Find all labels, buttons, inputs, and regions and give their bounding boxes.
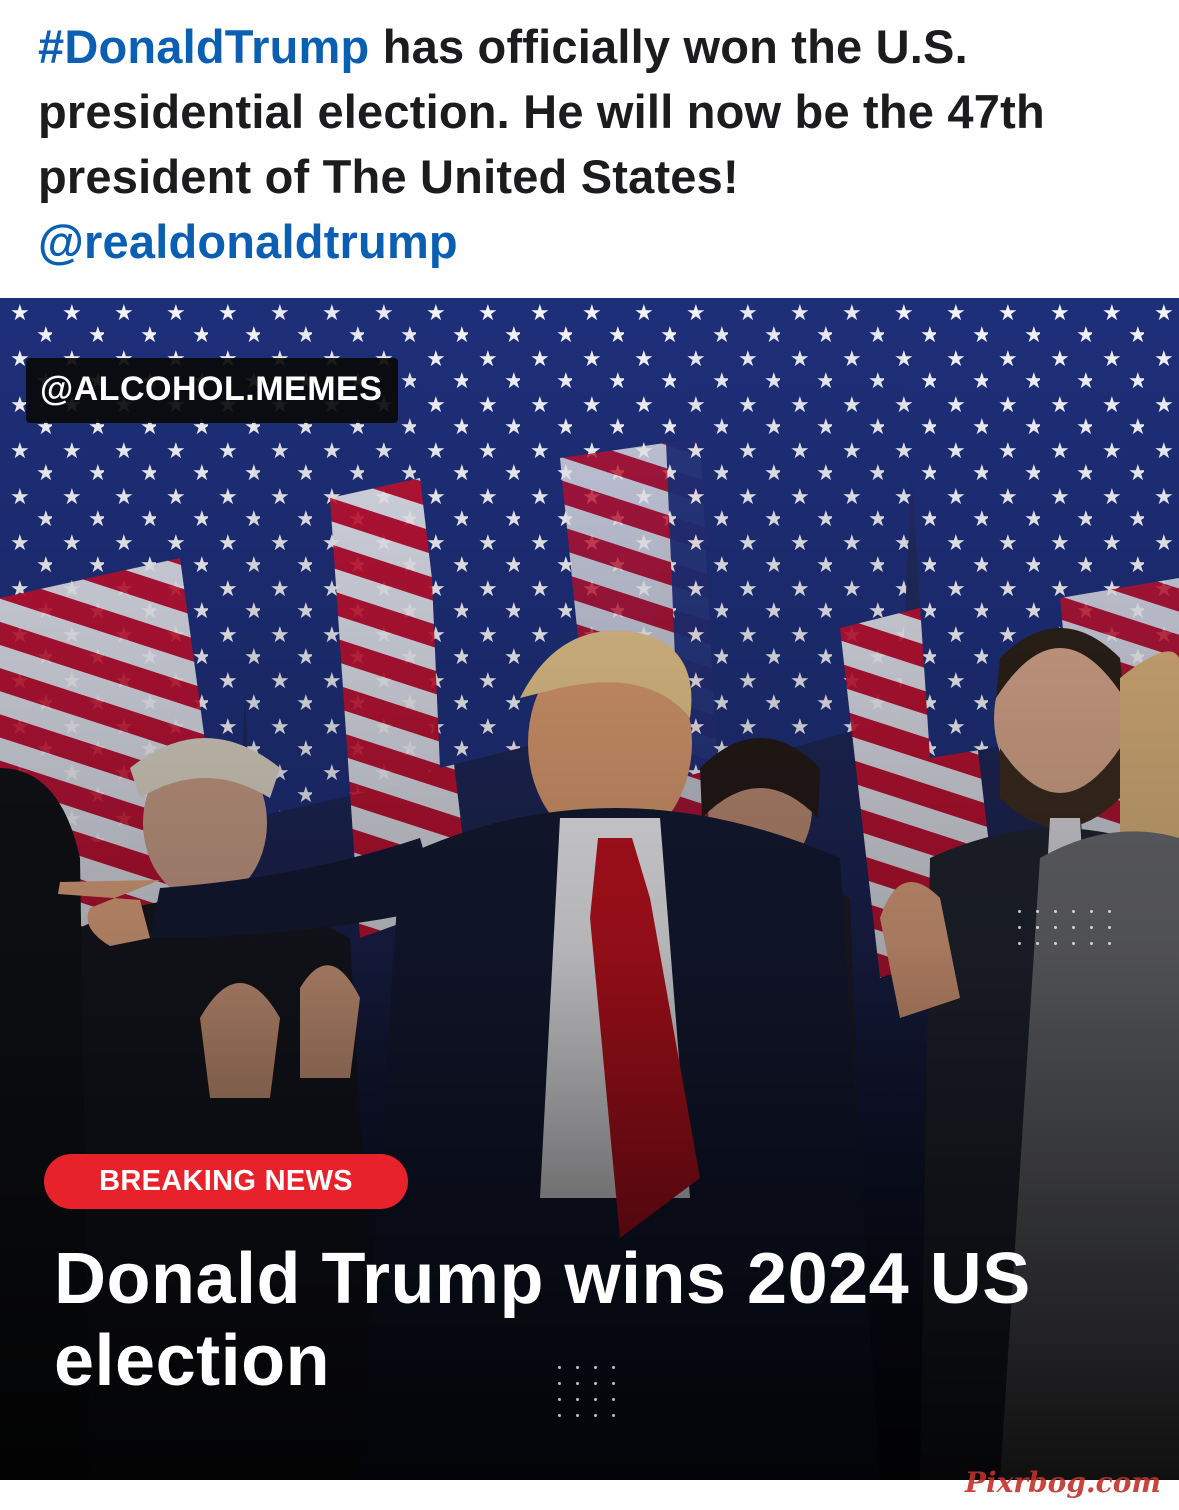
source-watermark-tag: @ALCOHOL.MEMES	[26, 358, 399, 423]
mention-link[interactable]: @realdonaldtrump	[38, 215, 458, 268]
breaking-news-badge: BREAKING NEWS	[44, 1154, 408, 1209]
post-caption: #DonaldTrump has officially won the U.S.…	[38, 14, 1148, 274]
decorative-dot-grid-small	[558, 1366, 618, 1420]
hashtag-link[interactable]: #DonaldTrump	[38, 20, 369, 73]
news-image[interactable]: ★ ★	[0, 298, 1179, 1480]
decorative-dot-grid	[1018, 910, 1114, 948]
site-watermark: Pixrbog.com	[964, 1466, 1161, 1499]
